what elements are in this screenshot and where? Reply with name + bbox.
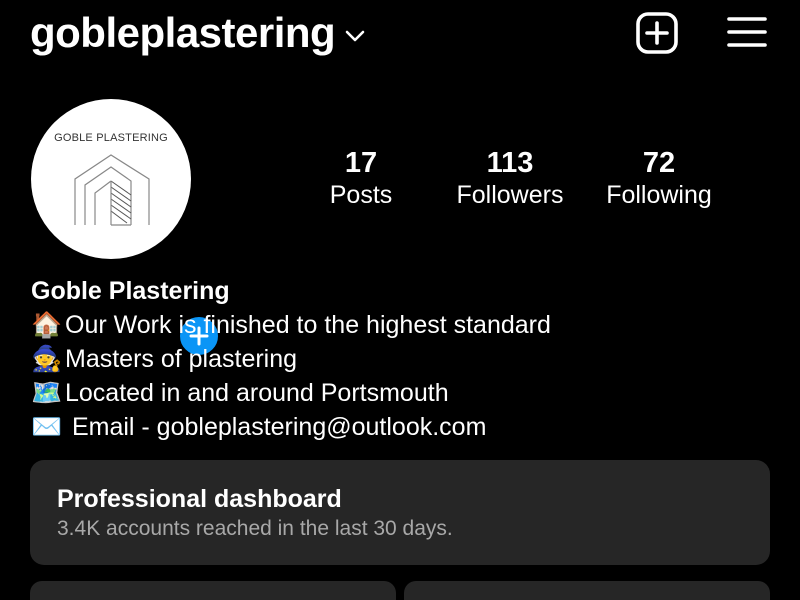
bio-line-location: 🗺️ Located in and around Portsmouth	[31, 376, 771, 410]
account-switcher[interactable]: gobleplastering	[30, 8, 365, 58]
dashboard-subtitle: 3.4K accounts reached in the last 30 day…	[57, 517, 453, 540]
house-logo-icon	[74, 154, 150, 226]
menu-icon[interactable]	[726, 13, 768, 53]
new-post-icon[interactable]	[635, 11, 679, 55]
following-label: Following	[606, 181, 712, 209]
avatar[interactable]: GOBLE PLASTERING	[31, 99, 222, 359]
display-name: Goble Plastering	[31, 277, 230, 305]
username: gobleplastering	[30, 9, 336, 56]
bio-line-masters: 🧙 Masters of plastering	[31, 342, 771, 376]
chevron-down-icon	[345, 30, 365, 42]
bio-line-email[interactable]: ✉️ Email - gobleplastering@outlook.com	[31, 410, 771, 444]
bio-text: Located in and around Portsmouth	[65, 379, 449, 407]
following-stat[interactable]: 72 Following	[574, 146, 744, 210]
followers-stat[interactable]: 113 Followers	[425, 146, 595, 210]
posts-count: 17	[344, 147, 378, 179]
bio-text: Our Work is finished to the highest stan…	[65, 311, 551, 339]
dashboard-title: Professional dashboard	[57, 485, 342, 513]
profile-header: gobleplastering	[0, 0, 800, 70]
bio: Goble Plastering 🏠 Our Work is finished t…	[31, 274, 771, 444]
bio-text: Email - gobleplastering@outlook.com	[65, 413, 487, 441]
profile-page: gobleplastering GOBLE PLASTERING 17 Post…	[0, 0, 800, 600]
bio-text: Masters of plastering	[65, 345, 298, 373]
bio-line-work: 🏠 Our Work is finished to the highest sta…	[31, 308, 771, 342]
posts-stat[interactable]: 17 Posts	[276, 146, 446, 210]
envelope-emoji-icon: ✉️	[31, 413, 63, 441]
profile-action-button-right[interactable]	[404, 581, 770, 600]
followers-count: 113	[486, 147, 534, 179]
house-emoji-icon: 🏠	[31, 311, 63, 339]
posts-label: Posts	[329, 181, 393, 209]
followers-label: Followers	[456, 181, 564, 209]
profile-action-button-left[interactable]	[30, 581, 396, 600]
map-emoji-icon: 🗺️	[31, 379, 63, 407]
following-count: 72	[642, 147, 676, 179]
mage-emoji-icon: 🧙	[31, 345, 63, 373]
avatar-logo-text: GOBLE PLASTERING	[54, 132, 168, 144]
professional-dashboard-card[interactable]: Professional dashboard 3.4K accounts rea…	[30, 460, 770, 565]
